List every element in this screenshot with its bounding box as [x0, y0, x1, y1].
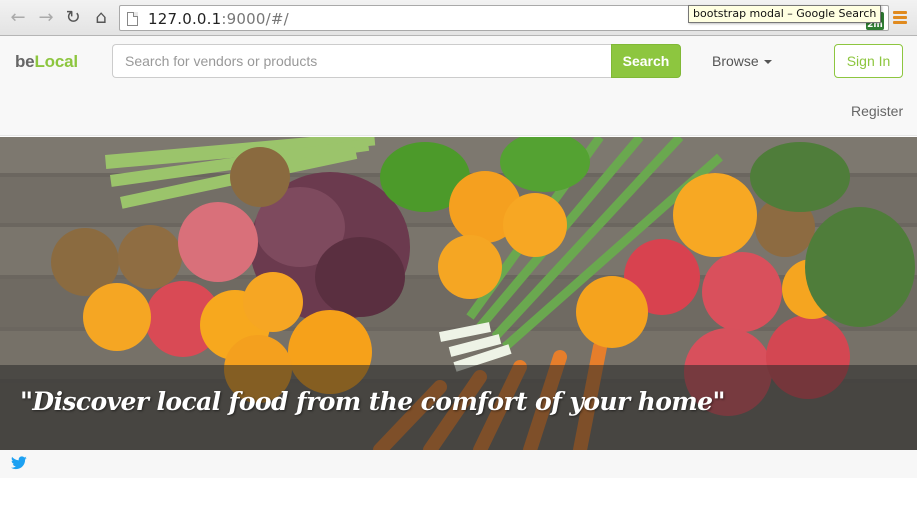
search-input[interactable]	[112, 44, 612, 78]
home-icon[interactable]: ⌂	[91, 8, 111, 28]
sign-in-button[interactable]: Sign In	[834, 44, 903, 78]
brand-logo[interactable]: beLocal	[15, 52, 78, 72]
browse-label: Browse	[712, 53, 759, 69]
page-icon	[127, 12, 138, 26]
browser-toolbar: ← → ↻ ⌂ 127.0.0.1:9000/#/ ☆ bootstrap mo…	[0, 0, 917, 36]
register-link[interactable]: Register	[851, 103, 903, 119]
social-bar	[0, 450, 917, 478]
tooltip: bootstrap modal – Google Search	[688, 5, 882, 23]
url-text[interactable]: 127.0.0.1:9000/#/	[148, 10, 289, 28]
search-button[interactable]: Search	[611, 44, 681, 78]
site-navbar: beLocal Search Browse Sign In Register	[0, 36, 917, 136]
forward-icon[interactable]: →	[36, 8, 56, 28]
twitter-icon[interactable]	[11, 456, 27, 470]
caret-down-icon	[763, 60, 772, 65]
back-icon[interactable]: ←	[8, 8, 28, 28]
hero-caption-bar: "Discover local food from the comfort of…	[0, 365, 917, 450]
hero-banner: "Discover local food from the comfort of…	[0, 137, 917, 450]
browse-dropdown[interactable]: Browse	[712, 53, 772, 69]
browser-menu-icon[interactable]	[893, 11, 907, 25]
hero-tagline: "Discover local food from the comfort of…	[20, 387, 725, 416]
reload-icon[interactable]: ↻	[63, 8, 83, 28]
